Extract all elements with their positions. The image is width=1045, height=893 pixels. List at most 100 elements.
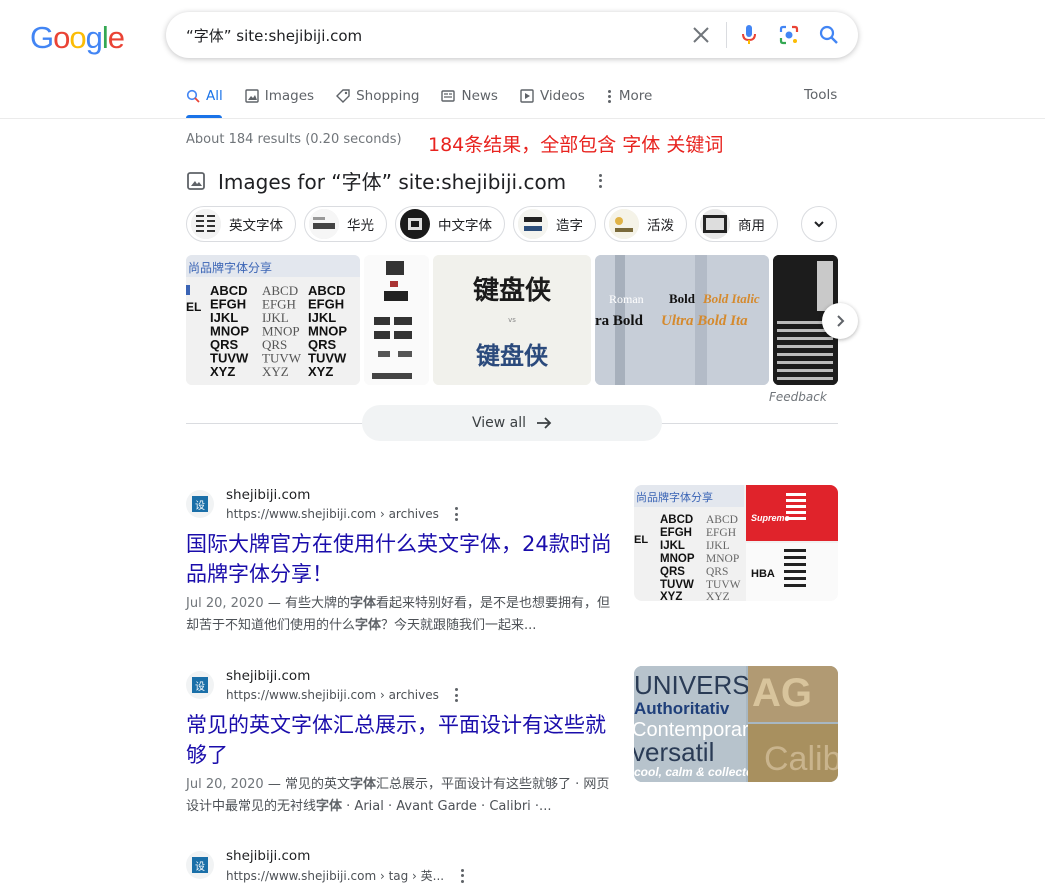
chip-label: 英文字体 (229, 218, 283, 234)
chip-huaguang[interactable]: 华光 (304, 206, 387, 242)
search-result: 设 shejibiji.com https://www.shejibiji.co… (186, 666, 838, 818)
image-result-calligraphy[interactable] (364, 255, 429, 385)
tab-videos[interactable]: Videos (520, 86, 585, 106)
tab-label: All (206, 88, 223, 104)
svg-text:AG: AG (752, 671, 812, 715)
image-icon (187, 171, 205, 190)
search-result: 设 shejibiji.com https://www.shejibiji.co… (186, 485, 838, 637)
result-url-text: https://www.shejibiji.com › tag › 英... (226, 869, 445, 883)
svg-text:UNIVERSA: UNIVERSA (634, 670, 768, 700)
chevron-right-icon (837, 315, 845, 327)
search-box[interactable]: “字体” site:shejibiji.com (166, 12, 858, 58)
result-more-icon[interactable] (449, 506, 465, 522)
svg-text:Bold: Bold (669, 291, 696, 306)
chip-commercial[interactable]: 商用 (695, 206, 778, 242)
header-divider (0, 118, 1045, 119)
svg-text:Supreme: Supreme (751, 513, 790, 523)
tab-more[interactable]: More (607, 86, 652, 106)
tab-images[interactable]: Images (245, 86, 314, 106)
svg-text:Roman: Roman (609, 292, 644, 306)
chip-english-font[interactable]: 英文字体 (186, 206, 296, 242)
chip-create-font[interactable]: 造字 (513, 206, 596, 242)
svg-text:cool, calm & collecte: cool, calm & collecte (634, 765, 753, 779)
search-tabs: All Images Shopping News Videos More (186, 86, 674, 118)
image-result-roman-bold[interactable]: Roman Bold Bold Italic ra Bold Ultra Bol… (595, 255, 769, 385)
site-favicon: 设 (186, 671, 214, 699)
chip-thumbnail (309, 209, 339, 239)
image-result-alphabet[interactable]: 尚品牌字体分享 ABCD EFGH IJKL MNOP QRS TUVW XYZ ABCD E… (186, 255, 360, 385)
result-site-name[interactable]: shejibiji.com (226, 848, 310, 864)
search-input[interactable]: “字体” site:shejibiji.com (186, 25, 362, 46)
chip-label: 商用 (738, 218, 765, 234)
svg-text:ra Bold: ra Bold (595, 313, 644, 329)
tab-label: Videos (539, 88, 585, 104)
view-all-button[interactable]: View all (362, 405, 662, 441)
result-url[interactable]: https://www.shejibiji.com › tag › 英... (226, 867, 470, 884)
images-heading: Images for “字体” site:shejibiji.com (186, 166, 608, 195)
lens-icon[interactable] (777, 23, 801, 47)
result-more-icon[interactable] (449, 687, 465, 703)
chip-label: 中文字体 (438, 218, 492, 234)
svg-text:ABCD: ABCD (660, 514, 693, 526)
svg-text:IJKL: IJKL (660, 540, 685, 552)
svg-text:HBA: HBA (751, 568, 775, 580)
result-more-icon[interactable] (454, 868, 470, 884)
svg-text:IJKL: IJKL (706, 540, 730, 552)
chip-thumbnail (609, 209, 639, 239)
image-carousel-next-button[interactable] (822, 303, 858, 339)
svg-text:Calibri: Calibri (764, 740, 838, 778)
logo-letter: o (69, 20, 86, 55)
logo-letter: e (107, 20, 125, 55)
result-url-text: https://www.shejibiji.com › archives (226, 688, 439, 702)
svg-text:vs: vs (508, 316, 516, 324)
svg-text:TUVW: TUVW (706, 579, 741, 591)
svg-text:QRS: QRS (660, 566, 685, 578)
svg-text:QRS: QRS (706, 566, 728, 578)
clear-icon[interactable] (689, 23, 713, 47)
chips-next-button[interactable] (801, 206, 837, 242)
result-site-name[interactable]: shejibiji.com (226, 487, 310, 503)
search-divider (726, 22, 727, 48)
microphone-icon[interactable] (737, 23, 761, 47)
result-thumbnail[interactable]: 尚品牌字体分享 ABCD EFGH IJKL MNOP QRS TUVW XYZ ABCD E… (634, 485, 838, 601)
result-url[interactable]: https://www.shejibiji.com › archives (226, 506, 465, 522)
site-favicon: 设 (186, 490, 214, 518)
svg-text:MNOP: MNOP (706, 553, 739, 565)
image-result-keyboard-hero[interactable]: 键盘侠 vs 键盘侠 (433, 255, 591, 385)
result-stats: About 184 results (0.20 seconds) (186, 132, 402, 147)
tab-shopping[interactable]: Shopping (336, 86, 419, 106)
tools-button[interactable]: Tools (804, 87, 837, 103)
tab-label: Images (264, 88, 315, 104)
svg-text:XYZ: XYZ (308, 364, 333, 379)
result-site-name[interactable]: shejibiji.com (226, 668, 310, 684)
result-title-link[interactable]: 常见的英文字体汇总展示，平面设计有这些就够了 (186, 710, 616, 770)
chevron-down-icon (814, 221, 824, 228)
tab-label: Shopping (356, 88, 420, 104)
google-logo[interactable]: Google (30, 20, 125, 56)
svg-text:TUVW: TUVW (660, 579, 694, 591)
chip-thumbnail (191, 209, 221, 239)
red-annotation: 184条结果，全部包含 字体 关键词 (428, 134, 724, 156)
svg-text:XYZ: XYZ (706, 591, 730, 601)
svg-text:EL: EL (186, 300, 201, 314)
svg-text:XYZ: XYZ (660, 591, 682, 601)
result-url[interactable]: https://www.shejibiji.com › archives (226, 687, 465, 703)
chip-label: 活泼 (647, 218, 674, 234)
tab-all[interactable]: All (186, 86, 223, 106)
svg-text:XYZ: XYZ (210, 364, 235, 379)
tab-news[interactable]: News (441, 86, 498, 106)
chip-chinese-font[interactable]: 中文字体 (395, 206, 505, 242)
logo-letter: G (30, 20, 54, 55)
chip-lively[interactable]: 活泼 (604, 206, 687, 242)
result-thumbnail[interactable]: UNIVERSA Authoritativ Contemporar versat… (634, 666, 838, 782)
search-icon[interactable] (817, 23, 841, 47)
feedback-link[interactable]: Feedback (769, 390, 827, 404)
more-options-icon[interactable] (592, 173, 608, 189)
svg-text:EL: EL (634, 534, 648, 546)
svg-text:XYZ: XYZ (262, 364, 289, 379)
result-title-link[interactable]: 国际大牌官方在使用什么英文字体，24款时尚品牌字体分享！ (186, 529, 616, 589)
search-result: 设 shejibiji.com https://www.shejibiji.co… (186, 848, 838, 893)
images-heading-text: Images for “字体” site:shejibiji.com (218, 170, 567, 194)
result-date: Jul 20, 2020 (186, 777, 264, 792)
more-vert-icon (607, 88, 613, 104)
